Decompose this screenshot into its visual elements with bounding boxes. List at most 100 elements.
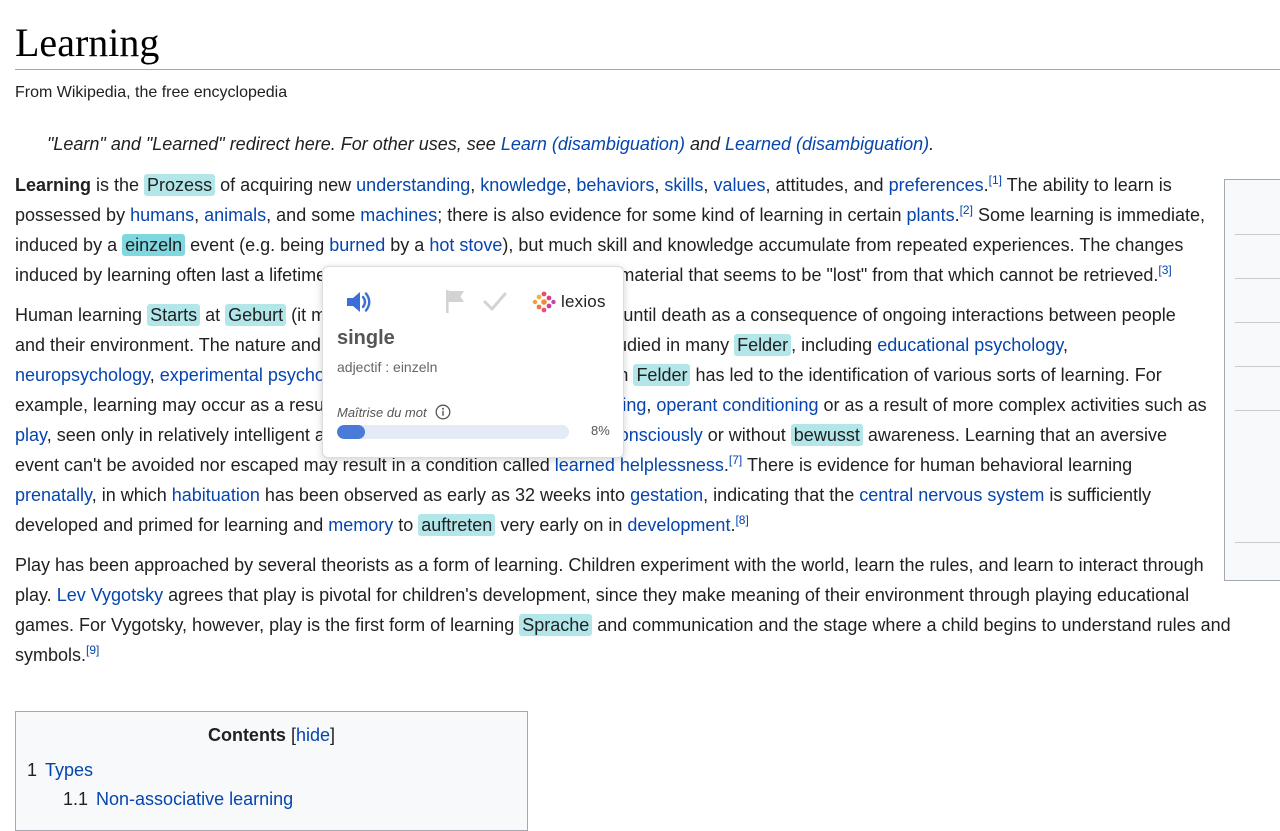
body-text: , in which (91, 485, 172, 505)
lexios-logo-mark (532, 291, 556, 313)
translated-word-highlight[interactable]: Prozess (144, 174, 216, 196)
wiki-link[interactable]: values (713, 175, 765, 195)
translated-word-highlight[interactable]: Starts (147, 304, 201, 326)
translated-word-highlight[interactable]: Geburt (225, 304, 287, 326)
mastery-percent: 8% (591, 423, 610, 438)
wiki-link[interactable]: skills (664, 175, 703, 195)
link-learn-disambiguation[interactable]: Learn (disambiguation) (501, 134, 685, 154)
infobox-row-divider (1235, 542, 1280, 543)
citation-link[interactable]: [2] (960, 203, 973, 217)
toc-header: Contents [hide] (16, 725, 527, 746)
wiki-link[interactable]: play (15, 425, 47, 445)
page-title: Learning (15, 20, 160, 65)
info-icon[interactable] (435, 404, 451, 420)
wiki-link[interactable]: machines (360, 205, 437, 225)
infobox-row-divider (1235, 366, 1280, 367)
wiki-link[interactable]: humans (130, 205, 194, 225)
hatnote-suffix: . (929, 134, 935, 154)
hatnote-prefix: "Learn" and "Learned" redirect here. For… (47, 134, 501, 154)
toc-bracket: ] (330, 725, 336, 745)
body-text: very early on in (495, 515, 628, 535)
infobox-row-divider (1235, 410, 1280, 411)
body-text: , (149, 365, 160, 385)
wiki-link[interactable]: knowledge (480, 175, 566, 195)
citation: [1] (989, 173, 1002, 187)
hatnote: "Learn" and "Learned" redirect here. For… (47, 134, 934, 155)
body-text: , and some (266, 205, 361, 225)
body-text: There is evidence for human behavioral l… (742, 455, 1133, 475)
wiki-link[interactable]: animals (204, 205, 266, 225)
translated-word-highlight[interactable]: Felder (633, 364, 691, 386)
body-text: to (393, 515, 419, 535)
wiki-link[interactable]: hot stove (429, 235, 502, 255)
translated-word: single (337, 327, 395, 349)
wiki-link[interactable]: plants (907, 205, 955, 225)
body-text: , (194, 205, 205, 225)
speaker-icon[interactable] (343, 287, 373, 317)
link-learned-disambiguation[interactable]: Learned (disambiguation) (725, 134, 929, 154)
toc-item-number: 1 (27, 760, 38, 780)
wiki-link[interactable]: burned (329, 235, 385, 255)
body-text: has been observed as early as 32 weeks i… (259, 485, 631, 505)
body-text: is the (91, 175, 145, 195)
wiki-link[interactable]: neuropsychology (15, 365, 150, 385)
hatnote-middle: and (684, 134, 725, 154)
citation-link[interactable]: [3] (1158, 263, 1171, 277)
wiki-link[interactable]: gestation (630, 485, 703, 505)
body-text: , (1063, 335, 1069, 355)
body-text: or as a result of more complex activitie… (818, 395, 1207, 415)
toc-hide-link[interactable]: hide (296, 725, 330, 745)
flag-icon[interactable] (443, 287, 467, 315)
infobox-row-divider (1235, 322, 1280, 323)
mastery-label-text: Maîtrise du mot (337, 404, 427, 420)
wiki-link[interactable]: Lev Vygotsky (57, 585, 163, 605)
body-text: event (e.g. being (185, 235, 330, 255)
citation: [3] (1158, 263, 1171, 277)
wiki-link[interactable]: habituation (172, 485, 260, 505)
lexios-word-popup: lexios single adjectif : einzeln Maîtris… (322, 266, 624, 458)
body-text: , including (791, 335, 878, 355)
mastery-label: Maîtrise du mot (337, 404, 451, 420)
part-of-speech: adjectif : einzeln (337, 359, 438, 375)
citation: [2] (960, 203, 973, 217)
wiki-link[interactable]: central nervous system (859, 485, 1044, 505)
body-text: , attitudes, and (765, 175, 889, 195)
citation-link[interactable]: [9] (86, 643, 99, 657)
wiki-link[interactable]: learned helplessness (555, 455, 724, 475)
translated-word-highlight[interactable]: Sprache (519, 614, 593, 636)
toc-item-link[interactable]: Types (45, 760, 93, 780)
translated-word-highlight[interactable]: auftreten (418, 514, 496, 536)
wiki-link[interactable]: development (627, 515, 730, 535)
table-of-contents: Contents [hide] 1 Types 1.1 Non-associativ… (15, 711, 528, 831)
wiki-link[interactable]: behaviors (576, 175, 654, 195)
body-text: Human learning (15, 305, 148, 325)
body-text: of acquiring new (215, 175, 357, 195)
check-icon[interactable] (481, 289, 509, 315)
wiki-link[interactable]: educational psychology (877, 335, 1063, 355)
body-text: or without (702, 425, 791, 445)
wiki-link[interactable]: memory (328, 515, 393, 535)
body-text: , indicating that the (703, 485, 860, 505)
translated-word-highlight[interactable]: einzeln (122, 234, 186, 256)
citation-link[interactable]: [7] (729, 453, 742, 467)
translated-word-highlight[interactable]: bewusst (790, 424, 863, 446)
lexios-logo: lexios (529, 288, 606, 316)
translated-word-highlight[interactable]: Felder (734, 334, 792, 356)
title-divider (15, 69, 1280, 70)
citation-link[interactable]: [8] (735, 513, 748, 527)
infobox-row-divider (1235, 234, 1280, 235)
toc-item-link[interactable]: Non-associative learning (96, 789, 293, 809)
citation-link[interactable]: [1] (989, 173, 1002, 187)
wiki-link[interactable]: operant conditioning (656, 395, 818, 415)
lexios-brand-text: lexios (561, 292, 606, 311)
wiki-link[interactable]: understanding (356, 175, 470, 195)
body-text: , (470, 175, 481, 195)
wiki-link[interactable]: prenatally (15, 485, 92, 505)
toc-item[interactable]: 1 Types (27, 760, 93, 781)
body-text: ; there is also evidence for some kind o… (437, 205, 907, 225)
body-text: , (703, 175, 714, 195)
body-text: at (200, 305, 226, 325)
infobox-row-divider (1235, 278, 1280, 279)
wiki-link[interactable]: preferences (889, 175, 984, 195)
infobox (1224, 179, 1280, 581)
